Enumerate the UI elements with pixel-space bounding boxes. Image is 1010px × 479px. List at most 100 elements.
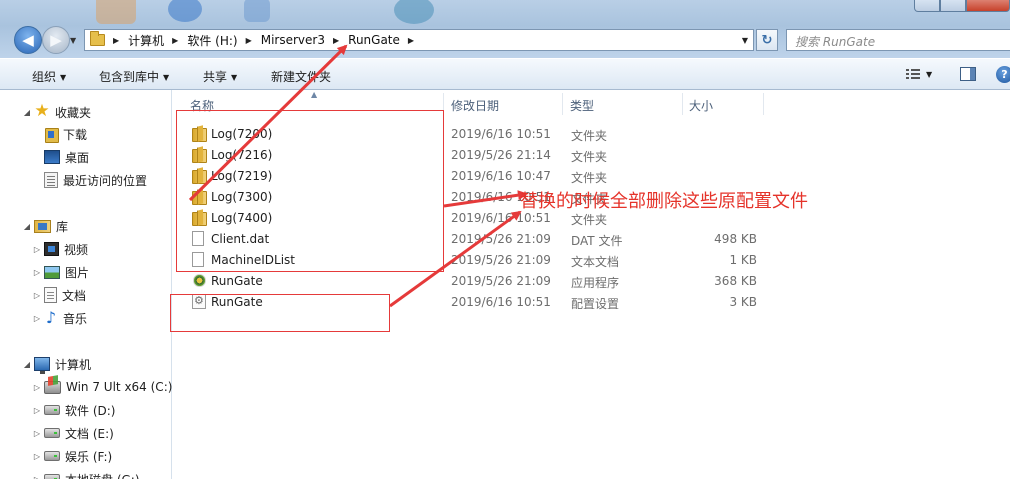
expand-toggle[interactable]: ◢ (22, 360, 32, 369)
nav-item-drive-d[interactable]: ▷ 软件 (D:) (32, 400, 116, 420)
breadcrumb-rungate[interactable]: RunGate (348, 33, 400, 47)
column-header-type[interactable]: 类型 (570, 97, 594, 114)
share-menu[interactable]: 共享 ▼ (203, 68, 237, 85)
file-date: 2019/6/16 10:51 (451, 295, 551, 309)
search-input[interactable]: 搜索 RunGate (786, 29, 1010, 51)
expand-toggle[interactable]: ▷ (32, 245, 42, 254)
column-header-date[interactable]: 修改日期 (451, 97, 499, 114)
nav-item-documents[interactable]: ▷ 文档 (32, 285, 86, 305)
sort-ascending-icon: ▲ (311, 90, 318, 99)
address-dropdown-icon[interactable]: ▼ (742, 36, 748, 45)
expand-toggle[interactable]: ▷ (32, 475, 42, 479)
desktop-icon (44, 150, 60, 164)
chevron-down-icon: ▼ (163, 73, 170, 82)
nav-computer[interactable]: ◢ 计算机 (22, 354, 91, 374)
file-row[interactable]: RunGate 2019/5/26 21:09 应用程序 368 KB (173, 271, 773, 292)
breadcrumb-computer[interactable]: 计算机 (128, 32, 164, 49)
nav-item-drive-f[interactable]: ▷ 娱乐 (F:) (32, 446, 112, 466)
organize-menu[interactable]: 组织 ▼ (32, 68, 66, 85)
system-drive-icon (44, 380, 61, 394)
share-label: 共享 (203, 70, 228, 84)
breadcrumb-separator[interactable]: ▶ (408, 36, 414, 45)
help-button[interactable]: ? (996, 66, 1010, 83)
file-date: 2019/6/16 10:47 (451, 169, 551, 183)
hard-drive-icon (44, 428, 60, 438)
hard-drive-icon (44, 451, 60, 461)
expand-toggle[interactable]: ▷ (32, 268, 42, 277)
preview-pane-button[interactable] (960, 67, 976, 81)
nav-item-label: Win 7 Ult x64 (C:) (66, 380, 173, 394)
change-view-button[interactable]: ▼ (906, 68, 932, 80)
new-folder-button[interactable]: 新建文件夹 (271, 68, 331, 85)
documents-library-icon (44, 287, 57, 303)
address-bar[interactable]: ▶ 计算机 ▶ 软件 (H:) ▶ Mirserver3 ▶ RunGate ▶… (84, 29, 754, 51)
recent-pages-dropdown[interactable]: ▼ (70, 36, 76, 45)
details-view-icon (906, 68, 920, 80)
nav-computer-label: 计算机 (55, 357, 92, 372)
file-name: RunGate (211, 274, 263, 288)
column-divider[interactable] (682, 93, 683, 115)
maximize-button[interactable] (940, 0, 966, 12)
forward-button[interactable]: ▶ (42, 26, 70, 54)
star-icon: ★ (34, 101, 50, 121)
nav-item-drive-g[interactable]: ▷ 本地磁盘 (G:) (32, 469, 140, 479)
nav-item-music[interactable]: ▷ ♪ 音乐 (32, 308, 87, 328)
video-library-icon (44, 242, 59, 256)
refresh-button[interactable]: ↻ (756, 29, 778, 51)
nav-libraries[interactable]: ◢ 库 (22, 216, 68, 236)
chevron-down-icon: ▼ (231, 73, 238, 82)
expand-toggle[interactable]: ▷ (32, 406, 42, 415)
nav-item-pictures[interactable]: ▷ 图片 (32, 262, 89, 282)
expand-toggle[interactable]: ◢ (22, 222, 32, 231)
file-type: 文件夹 (571, 129, 608, 143)
file-date: 2019/5/26 21:09 (451, 253, 551, 267)
expand-toggle[interactable]: ▷ (32, 383, 42, 392)
column-divider[interactable] (562, 93, 563, 115)
nav-item-drive-c[interactable]: ▷ Win 7 Ult x64 (C:) (32, 377, 173, 397)
expand-toggle[interactable]: ◢ (22, 108, 32, 117)
breadcrumb-mirserver3[interactable]: Mirserver3 (261, 33, 325, 47)
nav-item-videos[interactable]: ▷ 视频 (32, 239, 88, 259)
breadcrumb-separator[interactable]: ▶ (113, 36, 119, 45)
include-in-library-menu[interactable]: 包含到库中 ▼ (99, 68, 169, 85)
command-bar: 组织 ▼ 包含到库中 ▼ 共享 ▼ 新建文件夹 ▼ ? (0, 58, 1010, 90)
expand-toggle[interactable]: ▷ (32, 291, 42, 300)
expand-toggle[interactable]: ▷ (32, 314, 42, 323)
nav-item-label: 桌面 (65, 150, 90, 165)
nav-item-drive-e[interactable]: ▷ 文档 (E:) (32, 423, 114, 443)
nav-favorites[interactable]: ◢ ★ 收藏夹 (22, 102, 91, 122)
refresh-icon: ↻ (761, 32, 773, 48)
organize-label: 组织 (32, 70, 57, 84)
minimize-button[interactable] (914, 0, 940, 12)
include-in-library-label: 包含到库中 (99, 70, 160, 84)
nav-item-label: 本地磁盘 (G:) (65, 471, 140, 479)
window-controls (914, 0, 1010, 12)
nav-item-label: 下载 (63, 127, 88, 142)
annotation-text: 替换的时候全部删除这些原配置文件 (520, 191, 808, 212)
nav-item-recent-places[interactable]: 最近访问的位置 (44, 170, 147, 190)
chevron-down-icon: ▼ (60, 73, 67, 82)
column-header-size[interactable]: 大小 (689, 97, 713, 114)
search-placeholder: 搜索 RunGate (795, 35, 876, 49)
file-type: 应用程序 (571, 276, 620, 290)
nav-item-label: 视频 (64, 242, 89, 257)
breadcrumb-drive-h[interactable]: 软件 (H:) (187, 32, 237, 49)
file-size: 368 KB (714, 274, 757, 288)
expand-toggle[interactable]: ▷ (32, 452, 42, 461)
nav-item-downloads[interactable]: 下载 (44, 124, 87, 144)
breadcrumb-separator[interactable]: ▶ (246, 36, 252, 45)
nav-item-desktop[interactable]: 桌面 (44, 147, 89, 167)
expand-toggle[interactable]: ▷ (32, 429, 42, 438)
file-type: 文件夹 (571, 213, 608, 227)
breadcrumb-separator[interactable]: ▶ (333, 36, 339, 45)
exe-icon (192, 273, 207, 288)
file-type: 文件夹 (571, 171, 608, 185)
nav-item-label: 软件 (D:) (65, 403, 116, 418)
breadcrumb-separator[interactable]: ▶ (172, 36, 178, 45)
back-button[interactable]: ◀ (14, 26, 42, 54)
column-divider[interactable] (763, 93, 764, 115)
nav-item-label: 文档 (E:) (65, 426, 114, 441)
file-date: 2019/6/16 10:51 (451, 211, 551, 225)
background-blob (96, 0, 136, 24)
close-button[interactable] (966, 0, 1010, 12)
